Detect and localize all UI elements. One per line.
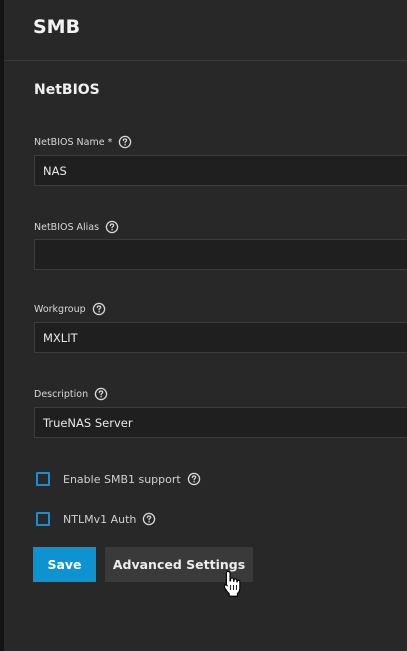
panel-header: SMB <box>4 0 407 61</box>
help-icon[interactable] <box>92 302 106 316</box>
description-input[interactable] <box>34 407 407 438</box>
netbios-name-label-text: NetBIOS Name * <box>34 136 113 148</box>
help-icon[interactable] <box>142 512 156 526</box>
enable-smb1-checkbox[interactable] <box>36 472 50 486</box>
description-label: Description <box>34 387 108 401</box>
workgroup-input[interactable] <box>34 322 407 353</box>
page-title: SMB <box>33 16 81 38</box>
ntlmv1-auth-option[interactable]: NTLMv1 Auth <box>36 510 156 528</box>
save-button[interactable]: Save <box>33 547 96 582</box>
netbios-alias-label: NetBIOS Alias <box>34 220 119 234</box>
help-icon[interactable] <box>94 387 108 401</box>
netbios-alias-label-text: NetBIOS Alias <box>34 221 100 233</box>
enable-smb1-option[interactable]: Enable SMB1 support <box>36 470 201 488</box>
netbios-name-input[interactable] <box>34 155 407 186</box>
workgroup-label-text: Workgroup <box>34 303 86 315</box>
ntlmv1-auth-label: NTLMv1 Auth <box>63 512 137 526</box>
hand-pointer-cursor-icon <box>223 570 241 597</box>
netbios-name-label: NetBIOS Name * <box>34 135 132 149</box>
help-icon[interactable] <box>187 472 201 486</box>
workgroup-label: Workgroup <box>34 302 106 316</box>
ntlmv1-auth-checkbox[interactable] <box>36 512 50 526</box>
help-icon[interactable] <box>118 135 132 149</box>
netbios-alias-input[interactable] <box>34 239 407 270</box>
help-icon[interactable] <box>105 220 119 234</box>
smb-settings-panel: SMB NetBIOS NetBIOS Name * NetBIOS Alias… <box>4 0 407 651</box>
section-title-netbios: NetBIOS <box>34 82 100 98</box>
description-label-text: Description <box>34 388 89 400</box>
enable-smb1-label: Enable SMB1 support <box>63 472 181 486</box>
